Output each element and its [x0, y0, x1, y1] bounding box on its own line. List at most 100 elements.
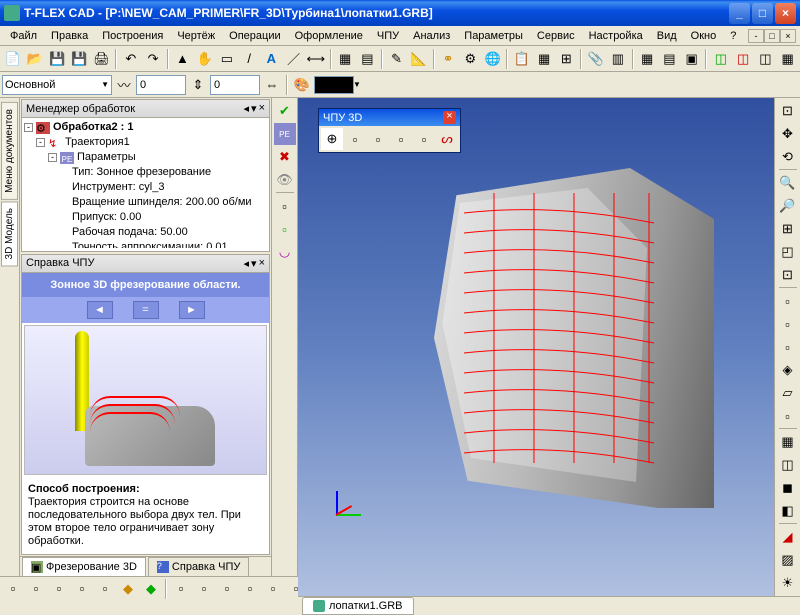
save-icon[interactable]: 💾	[47, 48, 68, 70]
panel-pin-icon[interactable]: ◂	[244, 102, 250, 115]
maximize-button[interactable]: □	[752, 3, 773, 24]
tree-item[interactable]: Вращение шпинделя: 200.00 об/ми	[72, 195, 252, 210]
grid-icon[interactable]: ⊞	[556, 48, 577, 70]
minimize-button[interactable]: _	[729, 3, 750, 24]
body-icon[interactable]: ▫	[274, 218, 296, 240]
ft-sim-icon[interactable]: ᔕ	[436, 128, 458, 150]
float-close-icon[interactable]: ×	[443, 111, 456, 124]
sb-icon[interactable]: ▫	[170, 578, 192, 600]
rect-icon[interactable]: ▭	[216, 48, 237, 70]
layer-icon[interactable]: ▦	[335, 48, 356, 70]
menu-operations[interactable]: Операции	[223, 28, 286, 44]
select-icon[interactable]: ▫	[274, 195, 296, 217]
tree-root[interactable]: Обработка2 : 1	[53, 120, 133, 135]
tree-item[interactable]: Рабочая подача: 50.00	[72, 225, 188, 240]
view-iso-icon[interactable]: ◈	[777, 359, 799, 381]
view-top-icon[interactable]: ▫	[777, 290, 799, 312]
menu-drawing[interactable]: Чертёж	[171, 28, 221, 44]
menu-cnc[interactable]: ЧПУ	[371, 28, 405, 44]
vtab-3dmodel[interactable]: 3D Модель	[1, 201, 18, 266]
zoom-out-icon[interactable]: 🔎	[777, 195, 799, 217]
tree-item[interactable]: Припуск: 0.00	[72, 210, 141, 225]
ft-drill-icon[interactable]: ⊕	[321, 128, 343, 150]
sb-icon[interactable]: ▫	[193, 578, 215, 600]
sb-icon[interactable]: ◆	[140, 578, 162, 600]
sb-icon[interactable]: ▫	[262, 578, 284, 600]
tree-item[interactable]: Точность аппроксимации: 0.01	[72, 240, 228, 248]
menu-construct[interactable]: Построения	[96, 28, 169, 44]
curve-icon[interactable]: ◡	[274, 241, 296, 263]
close-button[interactable]: ×	[775, 3, 796, 24]
panel-menu-icon[interactable]: ▾	[251, 102, 257, 115]
preview-icon[interactable]: 👁	[274, 169, 296, 191]
menu-format[interactable]: Оформление	[289, 28, 369, 44]
clip-icon[interactable]: 📎	[585, 48, 606, 70]
shaded-edge-icon[interactable]: ◧	[777, 500, 799, 522]
palette-icon[interactable]: 🎨	[291, 74, 313, 96]
zoom-in-icon[interactable]: 🔍	[777, 172, 799, 194]
vtab-docs[interactable]: Меню документов	[1, 102, 18, 200]
lock-x-icon[interactable]: ⇕	[187, 74, 209, 96]
sb-icon[interactable]: ▫	[216, 578, 238, 600]
rotate-icon[interactable]: ⟲	[777, 146, 799, 168]
tab-cnchelp[interactable]: ?Справка ЧПУ	[148, 557, 249, 576]
open-icon[interactable]: 📂	[24, 48, 45, 70]
view-front-icon[interactable]: ▫	[777, 313, 799, 335]
sb-icon[interactable]: ▫	[25, 578, 47, 600]
floating-toolbar-cnc3d[interactable]: ЧПУ 3D× ⊕ ▫ ▫ ▫ ▫ ᔕ	[318, 108, 461, 153]
new-icon[interactable]: 📄	[2, 48, 23, 70]
table-icon[interactable]: ▦	[534, 48, 555, 70]
view-persp-icon[interactable]: ▱	[777, 382, 799, 404]
hand-icon[interactable]: ✋	[194, 48, 215, 70]
dropper-icon[interactable]: /	[239, 48, 260, 70]
panel-menu-icon[interactable]: ▾	[251, 257, 257, 270]
sb-icon[interactable]: ◆	[117, 578, 139, 600]
zoom-all-icon[interactable]: ⊡	[777, 264, 799, 286]
wire-icon[interactable]: ◫	[733, 48, 754, 70]
color-picker[interactable]	[314, 76, 354, 94]
sb-icon[interactable]: ▫	[48, 578, 70, 600]
menu-service[interactable]: Сервис	[531, 28, 581, 44]
print-icon[interactable]: 🖨	[91, 48, 112, 70]
render-icon[interactable]: ▦	[777, 48, 798, 70]
cursor-icon[interactable]: ▲	[172, 48, 193, 70]
doc-icon[interactable]: ▥	[607, 48, 628, 70]
menu-edit[interactable]: Правка	[45, 28, 94, 44]
text-icon[interactable]: A	[261, 48, 282, 70]
view3d-icon[interactable]: ◫	[710, 48, 731, 70]
wireframe-icon[interactable]: ▦	[777, 431, 799, 453]
panel-close-icon[interactable]: ×	[259, 257, 265, 270]
lock-y-icon[interactable]: ⇔	[261, 74, 283, 96]
linetype-icon[interactable]: 〰	[113, 74, 135, 96]
zoom-win-icon[interactable]: ⊞	[777, 218, 799, 240]
tree-item[interactable]: Тип: Зонное фрезерование	[72, 165, 211, 180]
section-icon[interactable]: ◢	[777, 526, 799, 548]
sheet-icon[interactable]: 📋	[511, 48, 532, 70]
ft-5ax-icon[interactable]: ▫	[413, 128, 435, 150]
spin-x[interactable]: 0	[136, 75, 186, 95]
clip-icon[interactable]: ▨	[777, 549, 799, 571]
help-eq-button[interactable]: =	[133, 301, 159, 319]
cancel-icon[interactable]: ✖	[274, 146, 296, 168]
calc-icon[interactable]: ▦	[637, 48, 658, 70]
shade-icon[interactable]: ◫	[755, 48, 776, 70]
tab-milling3d[interactable]: ▣Фрезерование 3D	[22, 557, 146, 576]
tree-item[interactable]: Инструмент: cyl_3	[72, 180, 164, 195]
sb-icon[interactable]: ▫	[2, 578, 24, 600]
link-icon[interactable]: ⚭	[438, 48, 459, 70]
sb-icon[interactable]: ▫	[71, 578, 93, 600]
info-icon[interactable]: ▣	[681, 48, 702, 70]
dim-icon[interactable]: ⟷	[305, 48, 326, 70]
gear-icon[interactable]: ⚙	[460, 48, 481, 70]
redo-icon[interactable]: ↷	[143, 48, 164, 70]
shaded-icon[interactable]: ◼	[777, 477, 799, 499]
hidden-icon[interactable]: ◫	[777, 454, 799, 476]
light-icon[interactable]: ☀	[777, 572, 799, 594]
view-right-icon[interactable]: ▫	[777, 336, 799, 358]
edit-icon[interactable]: ✎	[386, 48, 407, 70]
globe-icon[interactable]: 🌐	[482, 48, 503, 70]
pan-icon[interactable]: ✥	[777, 123, 799, 145]
menu-help[interactable]: ?	[724, 28, 742, 44]
ft-surf-icon[interactable]: ▫	[390, 128, 412, 150]
menu-analysis[interactable]: Анализ	[407, 28, 456, 44]
